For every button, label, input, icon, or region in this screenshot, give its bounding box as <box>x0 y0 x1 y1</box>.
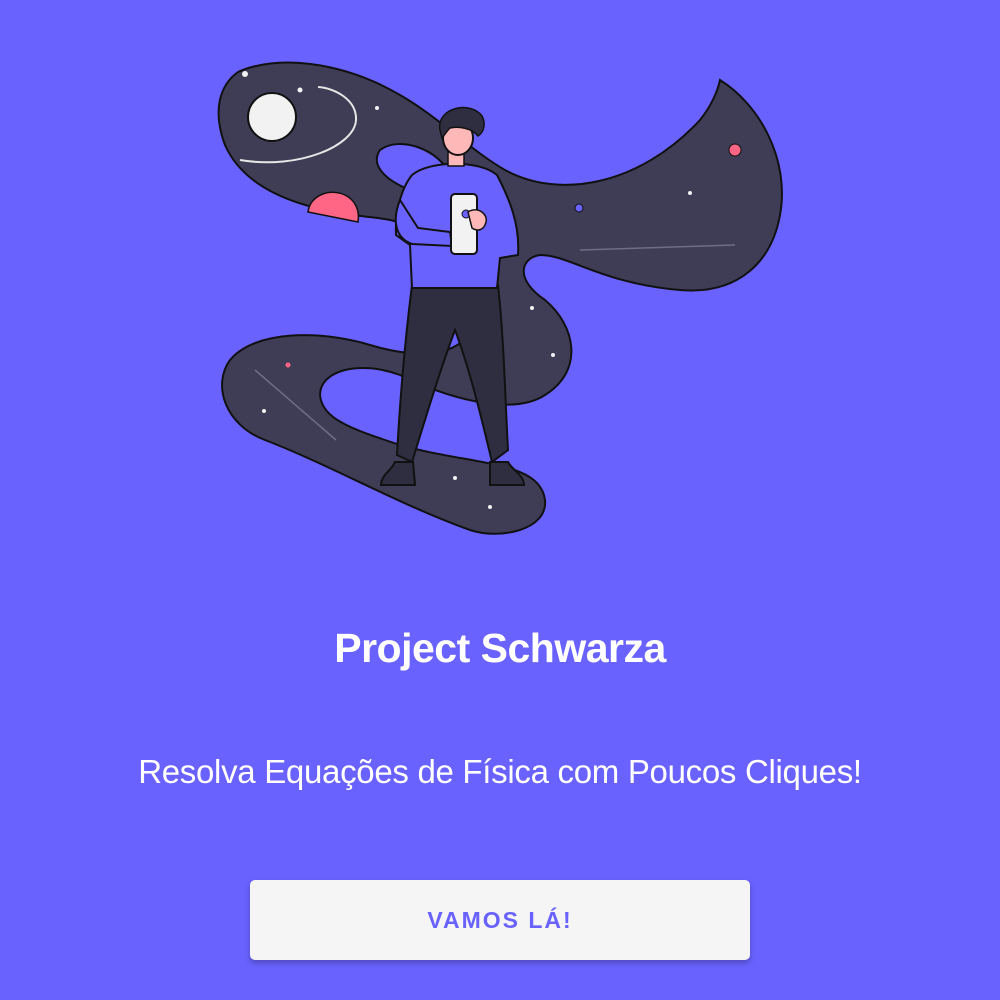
app-title: Project Schwarza <box>334 625 666 671</box>
star-dot <box>530 306 534 310</box>
white-planet-shape <box>247 92 297 142</box>
space-explorer-illustration <box>217 61 783 535</box>
app-subtitle: Resolva Equações de Física com Poucos Cl… <box>138 753 862 790</box>
onboarding-screen: Project Schwarza Resolva Equações de Fís… <box>0 0 1000 1000</box>
star-dot <box>574 203 584 213</box>
star-dot <box>551 353 555 357</box>
star-dot <box>375 106 379 110</box>
star-dot <box>262 409 266 413</box>
star-dot <box>488 505 492 509</box>
star-dot <box>688 191 692 195</box>
star-dot <box>285 362 291 368</box>
person-shoe-right <box>489 461 526 486</box>
star-dot <box>242 71 248 77</box>
get-started-button[interactable]: VAMOS LÁ! <box>250 880 750 960</box>
star-dot <box>453 476 457 480</box>
star-dot <box>728 143 742 157</box>
star-dot <box>297 87 303 93</box>
